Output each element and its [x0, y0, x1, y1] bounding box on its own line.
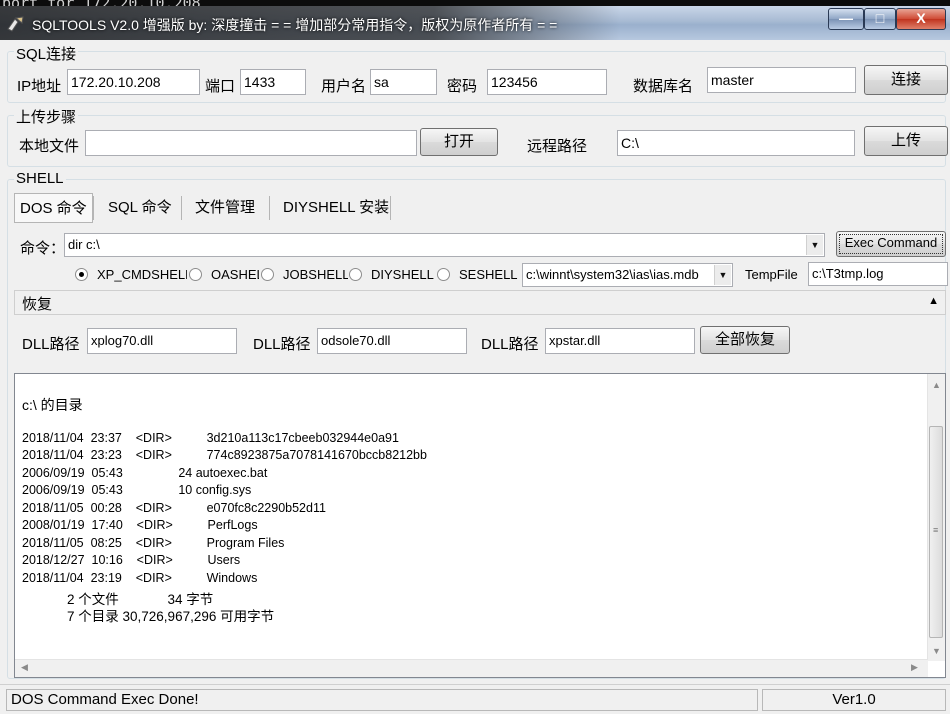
radio-diyshell[interactable]: [349, 268, 362, 281]
radio-seshell[interactable]: [437, 268, 450, 281]
window-title: SQLTOOLS V2.0 增强版 by: 深度撞击 = = 增加部分常用指令，…: [32, 17, 558, 33]
command-label: 命令：: [20, 240, 66, 257]
command-value: dir c:\: [68, 237, 100, 252]
dll-label-2: DLL路径: [253, 336, 311, 353]
title-bar[interactable]: SQLTOOLS V2.0 增强版 by: 深度撞击 = = 增加部分常用指令，…: [0, 6, 950, 40]
ip-label: IP地址: [17, 78, 62, 95]
output-line: 2018/11/05 00:28 <DIR> e070fc8c2290b52d1…: [22, 501, 326, 515]
connect-button[interactable]: 连接: [864, 65, 948, 95]
scroll-up-icon[interactable]: ▲: [932, 380, 941, 390]
shell-legend: SHELL: [14, 170, 66, 187]
mdb-path-select[interactable]: c:\winnt\system32\ias\ias.mdb ▼: [522, 263, 733, 287]
dll-field-xpstar[interactable]: xpstar.dll: [545, 328, 695, 354]
horizontal-scrollbar[interactable]: ◀ ▶: [15, 659, 928, 677]
dll-field-xplog70[interactable]: xplog70.dll: [87, 328, 237, 354]
password-label: 密码: [447, 78, 478, 95]
output-line: 2006/09/19 05:43 10 config.sys: [22, 483, 252, 497]
output-line: 2008/01/19 17:40 <DIR> PerfLogs: [22, 518, 258, 532]
scroll-left-icon[interactable]: ◀: [21, 662, 28, 673]
dll-label-3: DLL路径: [481, 336, 539, 353]
output-line: 2006/09/19 05:43 24 autoexec.bat: [22, 466, 268, 480]
collapse-up-icon[interactable]: ▲: [928, 295, 939, 307]
output-line: 2018/11/04 23:37 <DIR> 3d210a113c17cbeeb…: [22, 431, 399, 445]
chevron-down-icon[interactable]: ▼: [714, 265, 731, 285]
sql-connect-legend: SQL连接: [14, 43, 79, 64]
app-icon: [7, 16, 24, 32]
status-bar: DOS Command Exec Done! Ver1.0: [0, 684, 950, 714]
scroll-thumb[interactable]: ≡: [929, 426, 943, 638]
output-heading: c:\ 的目录: [22, 397, 83, 413]
command-output[interactable]: c:\ 的目录 2018/11/04 23:37 <DIR> 3d210a113…: [14, 373, 946, 678]
output-line: 2018/11/05 08:25 <DIR> Program Files: [22, 536, 285, 550]
tab-separator: [269, 196, 270, 220]
status-message: DOS Command Exec Done!: [6, 689, 758, 711]
minimize-button[interactable]: —: [828, 8, 864, 30]
scroll-down-icon[interactable]: ▼: [932, 646, 941, 656]
vertical-scrollbar[interactable]: ▲ ≡ ▼: [927, 374, 945, 661]
output-line: 2018/11/04 23:19 <DIR> Windows: [22, 571, 258, 585]
grip-icon: ≡: [933, 525, 939, 535]
status-version: Ver1.0: [762, 689, 946, 711]
tempfile-field[interactable]: c:\T3tmp.log: [808, 262, 948, 286]
restore-all-button[interactable]: 全部恢复: [700, 326, 790, 354]
port-label: 端口: [205, 78, 236, 95]
local-file-label: 本地文件: [19, 138, 80, 155]
radio-label-jobshell: JOBSHELL: [283, 267, 348, 282]
scroll-right-icon[interactable]: ▶: [911, 662, 918, 673]
username-label: 用户名: [321, 78, 367, 95]
restore-header[interactable]: 恢复 ▲: [14, 290, 946, 315]
output-line: 7 个目录 30,726,967,296 可用字节: [22, 609, 275, 624]
password-field[interactable]: 123456: [487, 69, 607, 95]
tab-separator: [181, 196, 182, 220]
upload-legend: 上传步骤: [14, 106, 79, 127]
command-input[interactable]: dir c:\ ▼: [64, 233, 825, 257]
tab-file-manager[interactable]: 文件管理: [190, 193, 260, 223]
radio-selected-dot: [79, 272, 84, 277]
restore-header-label: 恢复: [22, 296, 53, 313]
database-label: 数据库名: [633, 78, 694, 95]
dll-field-odsole70[interactable]: odsole70.dll: [317, 328, 467, 354]
remote-path-label: 远程路径: [527, 138, 588, 155]
output-line: 2018/11/04 23:23 <DIR> 774c8923875a70781…: [22, 448, 427, 462]
tab-separator: [93, 196, 94, 220]
radio-label-oashell: OASHELL: [211, 267, 259, 282]
radio-oashell[interactable]: [189, 268, 202, 281]
open-button[interactable]: 打开: [420, 128, 498, 156]
tab-diyshell-install[interactable]: DIYSHELL 安装: [278, 193, 394, 223]
sqltools-window: SQLTOOLS V2.0 增强版 by: 深度撞击 = = 增加部分常用指令，…: [0, 6, 950, 714]
mdb-path-value: c:\winnt\system32\ias\ias.mdb: [526, 267, 699, 282]
ip-field[interactable]: 172.20.10.208: [67, 69, 200, 95]
radio-xp-cmdshell[interactable]: [75, 268, 88, 281]
remote-path-field[interactable]: C:\: [617, 130, 855, 156]
username-field[interactable]: sa: [370, 69, 437, 95]
database-field[interactable]: master: [707, 67, 856, 93]
radio-jobshell[interactable]: [261, 268, 274, 281]
exec-command-button[interactable]: Exec Command: [836, 231, 946, 257]
radio-label-seshell: SESHELL: [459, 267, 518, 282]
tab-sql-command[interactable]: SQL 命令: [103, 193, 177, 223]
radio-label-xp-cmdshell: XP_CMDSHELL: [97, 267, 187, 282]
output-line: 2018/12/27 10:16 <DIR> Users: [22, 553, 241, 567]
local-file-field[interactable]: [85, 130, 417, 156]
close-button[interactable]: X: [896, 8, 946, 30]
upload-button[interactable]: 上传: [864, 126, 948, 156]
tempfile-label: TempFile: [745, 267, 798, 282]
chevron-down-icon[interactable]: ▼: [806, 235, 823, 255]
maximize-button[interactable]: □: [864, 8, 896, 30]
tab-dos-command[interactable]: DOS 命令: [14, 193, 93, 223]
tab-separator: [390, 196, 391, 220]
radio-label-diyshell: DIYSHELL: [371, 267, 434, 282]
port-field[interactable]: 1433: [240, 69, 306, 95]
dll-label-1: DLL路径: [22, 336, 80, 353]
